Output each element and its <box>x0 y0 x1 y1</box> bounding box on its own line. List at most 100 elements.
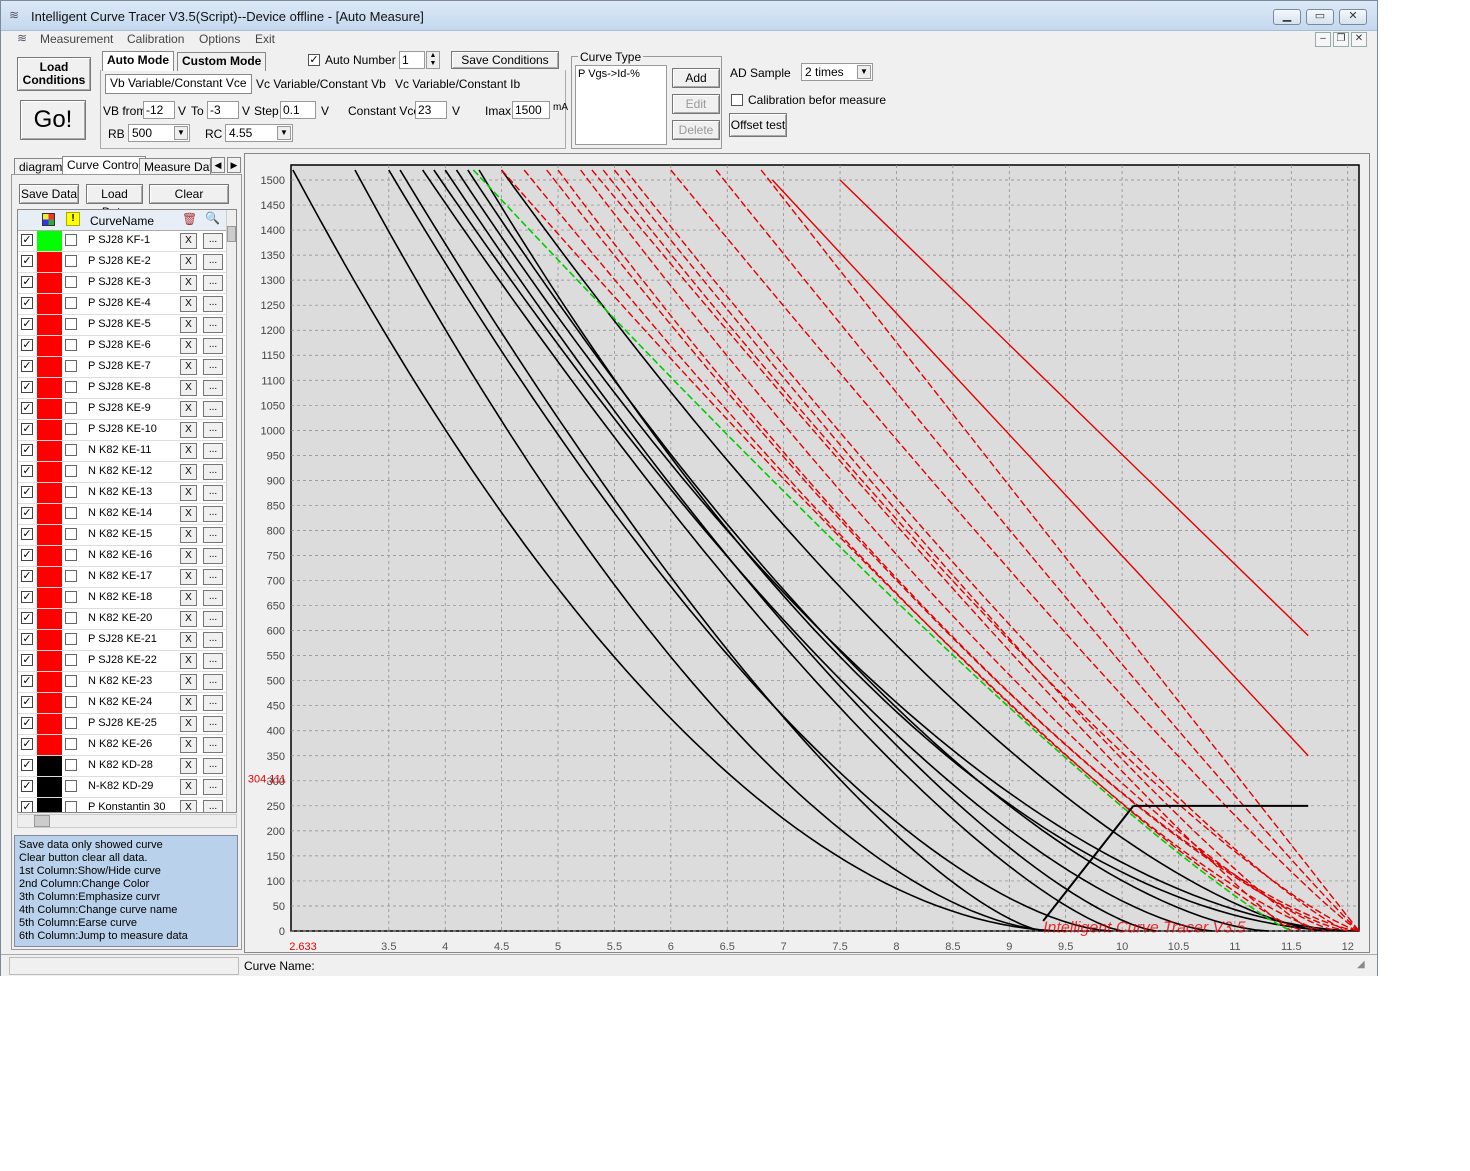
show-curve-checkbox[interactable]: ✓ <box>21 675 33 687</box>
emphasize-checkbox[interactable] <box>65 717 77 729</box>
jump-to-data-button[interactable]: ... <box>203 422 223 438</box>
show-curve-checkbox[interactable]: ✓ <box>21 738 33 750</box>
curve-color-swatch[interactable] <box>37 483 62 503</box>
erase-curve-button[interactable]: X <box>180 611 197 627</box>
curve-name[interactable]: P SJ28 KE-2 <box>88 255 151 267</box>
jump-to-data-button[interactable]: ... <box>203 338 223 354</box>
curve-color-swatch[interactable] <box>37 609 62 629</box>
show-curve-checkbox[interactable]: ✓ <box>21 612 33 624</box>
emphasize-checkbox[interactable] <box>65 591 77 603</box>
show-curve-checkbox[interactable]: ✓ <box>21 696 33 708</box>
curve-name[interactable]: P SJ28 KE-25 <box>88 717 157 729</box>
jump-to-data-button[interactable]: ... <box>203 569 223 585</box>
show-curve-checkbox[interactable]: ✓ <box>21 297 33 309</box>
menu-options[interactable]: Options <box>199 32 240 46</box>
show-curve-checkbox[interactable]: ✓ <box>21 528 33 540</box>
erase-curve-button[interactable]: X <box>180 716 197 732</box>
go-button[interactable]: Go! <box>20 100 86 140</box>
curve-name[interactable]: N K82 KE-11 <box>88 444 151 456</box>
curve-name[interactable]: N K82 KE-26 <box>88 738 152 750</box>
curve-name[interactable]: P SJ28 KE-3 <box>88 276 151 288</box>
jump-to-data-button[interactable]: ... <box>203 758 223 774</box>
jump-to-data-button[interactable]: ... <box>203 716 223 732</box>
curve-name[interactable]: P SJ28 KE-9 <box>88 402 151 414</box>
curve-color-swatch[interactable] <box>37 504 62 524</box>
curve-color-swatch[interactable] <box>37 630 62 650</box>
show-curve-checkbox[interactable]: ✓ <box>21 591 33 603</box>
curve-name[interactable]: N K82 KE-23 <box>88 675 152 687</box>
auto-number-input[interactable]: 1 <box>399 51 425 69</box>
erase-curve-button[interactable]: X <box>180 548 197 564</box>
emphasize-checkbox[interactable] <box>65 654 77 666</box>
curve-color-swatch[interactable] <box>37 714 62 734</box>
erase-curve-button[interactable]: X <box>180 569 197 585</box>
erase-curve-button[interactable]: X <box>180 359 197 375</box>
curve-name[interactable]: N K82 KE-24 <box>88 696 152 708</box>
erase-curve-button[interactable]: X <box>180 422 197 438</box>
curve-name[interactable]: P SJ28 KE-10 <box>88 423 157 435</box>
curve-name[interactable]: P SJ28 KE-4 <box>88 297 151 309</box>
erase-curve-button[interactable]: X <box>180 401 197 417</box>
erase-curve-button[interactable]: X <box>180 338 197 354</box>
curve-color-swatch[interactable] <box>37 336 62 356</box>
erase-curve-button[interactable]: X <box>180 800 197 812</box>
show-curve-checkbox[interactable]: ✓ <box>21 423 33 435</box>
grid-scroll-thumb[interactable] <box>227 226 236 242</box>
emphasize-checkbox[interactable] <box>65 381 77 393</box>
show-curve-checkbox[interactable]: ✓ <box>21 654 33 666</box>
ad-sample-dropdown-icon[interactable]: ▼ <box>857 65 871 79</box>
rb-dropdown-icon[interactable]: ▼ <box>174 126 188 140</box>
clear-button[interactable]: Clear <box>149 184 229 204</box>
menu-calibration[interactable]: Calibration <box>127 32 184 46</box>
curve-name[interactable]: P SJ28 KE-5 <box>88 318 151 330</box>
show-curve-checkbox[interactable]: ✓ <box>21 507 33 519</box>
jump-to-data-button[interactable]: ... <box>203 464 223 480</box>
emphasize-checkbox[interactable] <box>65 801 77 812</box>
chart-area[interactable]: 3.5 4 4.5 5 5.5 6 6.5 7 7.5 8 8.5 9 9.5 10 10.5 11 11.5 1… <box>244 153 1370 953</box>
show-curve-checkbox[interactable]: ✓ <box>21 276 33 288</box>
auto-number-spinner[interactable]: ▲ ▼ <box>426 51 440 69</box>
show-curve-checkbox[interactable]: ✓ <box>21 234 33 246</box>
load-conditions-button[interactable]: Load Conditions <box>17 57 91 91</box>
jump-to-data-button[interactable]: ... <box>203 548 223 564</box>
erase-curve-button[interactable]: X <box>180 527 197 543</box>
erase-curve-button[interactable]: X <box>180 380 197 396</box>
tab-scroll-left-icon[interactable]: ◀ <box>211 157 225 173</box>
emphasize-checkbox[interactable] <box>65 444 77 456</box>
jump-to-data-button[interactable]: ... <box>203 443 223 459</box>
erase-curve-button[interactable]: X <box>180 464 197 480</box>
emphasize-checkbox[interactable] <box>65 339 77 351</box>
show-curve-checkbox[interactable]: ✓ <box>21 402 33 414</box>
curve-color-swatch[interactable] <box>37 252 62 272</box>
to-input[interactable]: -3 <box>207 101 239 119</box>
show-curve-checkbox[interactable]: ✓ <box>21 759 33 771</box>
tab-auto-mode[interactable]: Auto Mode <box>102 51 174 71</box>
curve-color-swatch[interactable] <box>37 798 62 812</box>
ad-sample-select[interactable]: 2 times ▼ <box>801 63 873 81</box>
menu-exit[interactable]: Exit <box>255 32 275 46</box>
jump-to-data-button[interactable]: ... <box>203 359 223 375</box>
erase-curve-button[interactable]: X <box>180 275 197 291</box>
erase-curve-button[interactable]: X <box>180 317 197 333</box>
erase-curve-button[interactable]: X <box>180 737 197 753</box>
curve-name[interactable]: N K82 KE-18 <box>88 591 152 603</box>
curve-color-swatch[interactable] <box>37 567 62 587</box>
jump-to-data-button[interactable]: ... <box>203 737 223 753</box>
grid-horizontal-scrollbar[interactable] <box>17 814 237 828</box>
resize-grip-icon[interactable]: ◢ <box>1357 959 1365 970</box>
jump-to-data-button[interactable]: ... <box>203 485 223 501</box>
emphasize-checkbox[interactable] <box>65 318 77 330</box>
curve-color-swatch[interactable] <box>37 756 62 776</box>
curve-name[interactable]: N K82 KE-13 <box>88 486 152 498</box>
emphasize-checkbox[interactable] <box>65 612 77 624</box>
delete-button[interactable]: Delete <box>672 120 720 140</box>
curve-color-swatch[interactable] <box>37 777 62 797</box>
show-curve-checkbox[interactable]: ✓ <box>21 780 33 792</box>
menu-measurement[interactable]: Measurement <box>40 32 113 46</box>
tab-scroll-right-icon[interactable]: ▶ <box>227 157 241 173</box>
curve-name[interactable]: N K82 KE-15 <box>88 528 152 540</box>
show-curve-checkbox[interactable]: ✓ <box>21 339 33 351</box>
close-button[interactable]: ✕ <box>1339 9 1367 25</box>
jump-to-data-button[interactable]: ... <box>203 527 223 543</box>
mdi-restore-button[interactable]: ❐ <box>1333 32 1349 47</box>
